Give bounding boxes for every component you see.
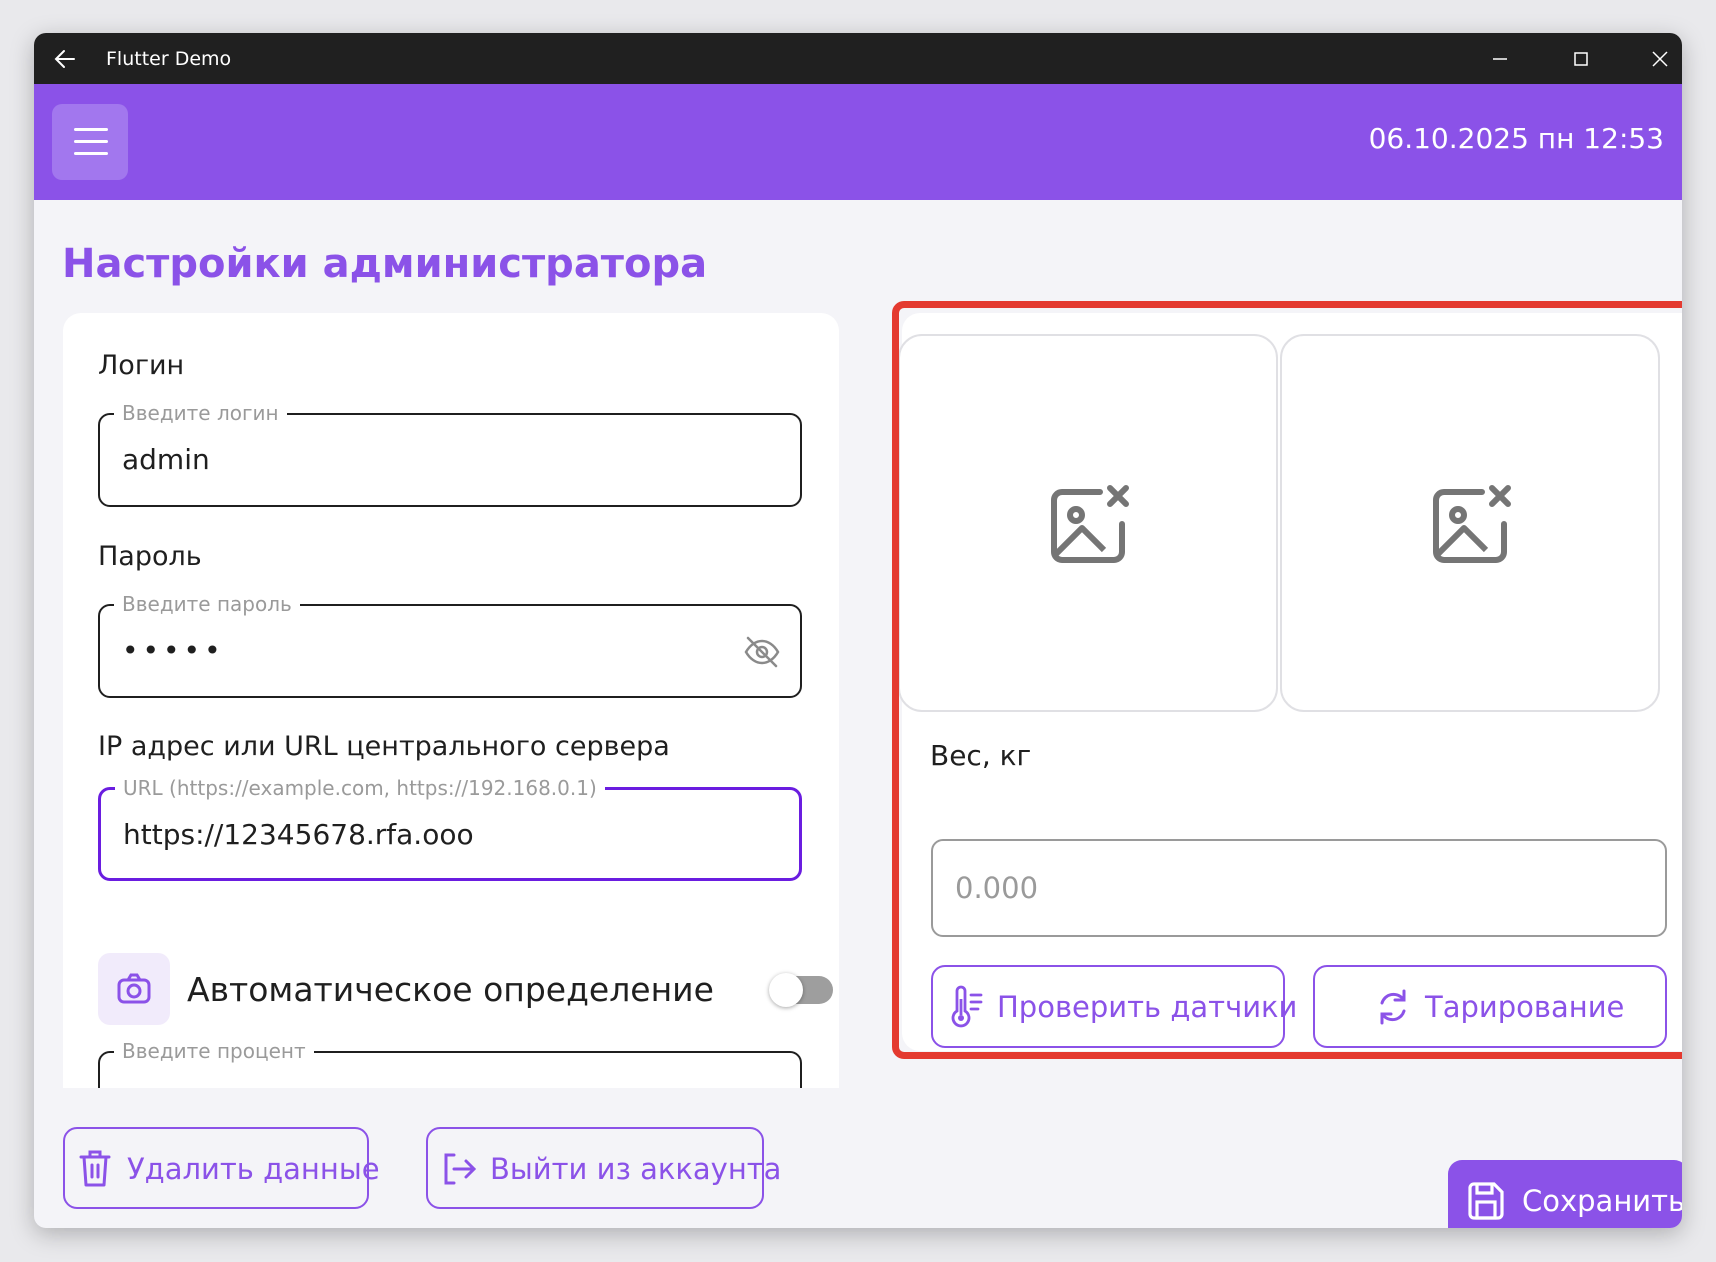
auto-detect-toggle[interactable] bbox=[769, 973, 833, 1007]
app-bar: 06.10.2025 пн 12:53 bbox=[34, 84, 1682, 200]
delete-data-label: Удалить данные bbox=[127, 1152, 380, 1186]
login-placeholder: Введите логин bbox=[114, 400, 287, 426]
login-label: Логин bbox=[98, 350, 185, 381]
login-field[interactable]: Введите логин admin bbox=[98, 400, 802, 507]
menu-button[interactable] bbox=[52, 104, 128, 180]
date-time: 06.10.2025 пн 12:53 bbox=[1368, 122, 1664, 155]
camera-icon bbox=[117, 973, 151, 1004]
save-button[interactable]: Сохранить bbox=[1448, 1160, 1682, 1228]
title-bar: Flutter Demo bbox=[34, 33, 1682, 84]
password-field[interactable]: Введите пароль ••••• bbox=[98, 591, 802, 698]
login-value: admin bbox=[122, 443, 210, 476]
percent-placeholder: Введите процент bbox=[114, 1038, 314, 1064]
save-label: Сохранить bbox=[1522, 1184, 1682, 1218]
camera-icon-box bbox=[98, 953, 170, 1025]
maximize-icon[interactable] bbox=[1561, 43, 1601, 75]
toggle-knob bbox=[769, 973, 803, 1007]
menu-icon bbox=[74, 128, 108, 131]
eye-off-icon[interactable] bbox=[742, 634, 782, 670]
settings-form-card: Логин Введите логин admin Пароль Введите… bbox=[63, 313, 839, 1088]
server-url-field[interactable]: URL (https://example.com, https://192.16… bbox=[98, 775, 802, 881]
logout-button[interactable]: Выйти из аккаунта bbox=[426, 1127, 781, 1209]
minimize-icon[interactable] bbox=[1480, 43, 1520, 75]
scale-section-highlight bbox=[892, 301, 1682, 1059]
auto-detect-label: Автоматическое определение bbox=[187, 970, 714, 1009]
close-icon[interactable] bbox=[1640, 43, 1680, 75]
server-label: IP адрес или URL центрального сервера bbox=[98, 731, 670, 762]
percent-field[interactable]: Введите процент 70 bbox=[98, 1038, 802, 1088]
logout-label: Выйти из аккаунта bbox=[490, 1152, 782, 1186]
password-placeholder: Введите пароль bbox=[114, 591, 300, 617]
window-title: Flutter Demo bbox=[106, 48, 232, 70]
delete-data-button[interactable]: Удалить данные bbox=[63, 1127, 380, 1209]
percent-value: 70 bbox=[122, 1083, 158, 1088]
back-arrow-icon[interactable] bbox=[50, 44, 80, 74]
password-value: ••••• bbox=[122, 634, 225, 667]
logout-icon bbox=[444, 1153, 477, 1185]
server-url-value: https://12345678.rfa.ooo bbox=[123, 818, 474, 851]
page-title: Настройки администратора bbox=[62, 241, 708, 287]
server-placeholder: URL (https://example.com, https://192.16… bbox=[115, 775, 605, 801]
password-label: Пароль bbox=[98, 541, 202, 572]
save-icon bbox=[1468, 1182, 1504, 1220]
trash-icon bbox=[79, 1150, 111, 1187]
app-window: Flutter Demo 06.10.2025 пн 12:53 Настрой… bbox=[34, 33, 1682, 1228]
